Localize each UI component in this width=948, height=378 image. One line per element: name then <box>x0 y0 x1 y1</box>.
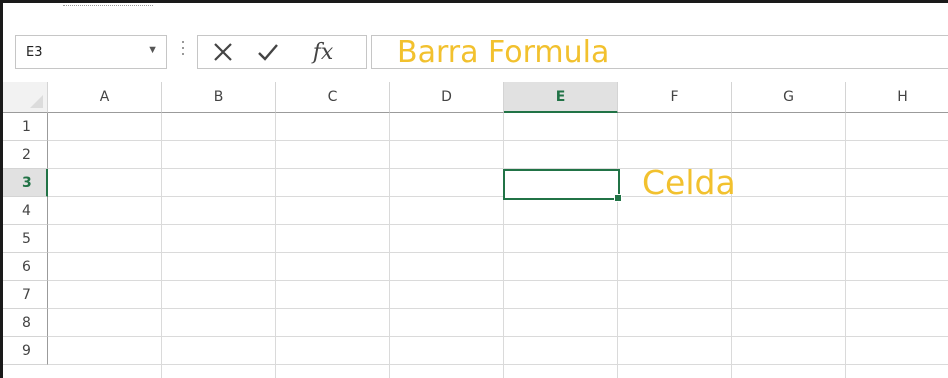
name-box[interactable]: E3 ▼ <box>15 35 167 69</box>
row-header-9[interactable]: 9 <box>3 337 48 365</box>
formula-bar-annotation: Barra Formula <box>397 35 610 70</box>
column-header-d[interactable]: D <box>390 82 504 113</box>
formula-buttons: fx <box>197 35 367 69</box>
row-header-7[interactable]: 7 <box>3 281 48 309</box>
name-box-value: E3 <box>26 45 43 60</box>
row-header-6[interactable]: 6 <box>3 253 48 281</box>
row-header-3[interactable]: 3 <box>3 169 48 197</box>
formula-input[interactable]: Barra Formula <box>371 35 948 70</box>
select-all-button[interactable] <box>3 82 48 113</box>
column-header-h[interactable]: H <box>846 82 948 113</box>
column-header-e[interactable]: E <box>504 82 618 113</box>
cell-area[interactable]: Celda <box>48 113 948 378</box>
row-header-1[interactable]: 1 <box>3 113 48 141</box>
row-header-4[interactable]: 4 <box>3 197 48 225</box>
formula-bar-row: E3 ▼ fx Barra Formula <box>3 18 948 83</box>
ribbon-edge <box>3 3 948 19</box>
cell-annotation: Celda <box>642 163 736 202</box>
check-icon[interactable] <box>251 36 285 68</box>
column-header-b[interactable]: B <box>162 82 276 113</box>
chevron-down-icon[interactable]: ▼ <box>147 44 158 56</box>
selected-cell-e3[interactable] <box>503 169 622 202</box>
column-header-f[interactable]: F <box>618 82 732 113</box>
insert-function-button[interactable]: fx <box>298 36 348 68</box>
row-header-8[interactable]: 8 <box>3 309 48 337</box>
x-icon[interactable] <box>206 36 240 68</box>
column-header-a[interactable]: A <box>48 82 162 113</box>
column-header-g[interactable]: G <box>732 82 846 113</box>
drag-handle[interactable] <box>182 41 184 61</box>
column-header-c[interactable]: C <box>276 82 390 113</box>
row-header-5[interactable]: 5 <box>3 225 48 253</box>
worksheet-grid: A B C D E F G H 1 2 3 4 5 6 7 8 9 Celda <box>3 82 948 378</box>
fill-handle[interactable] <box>614 194 622 202</box>
row-header-2[interactable]: 2 <box>3 141 48 169</box>
